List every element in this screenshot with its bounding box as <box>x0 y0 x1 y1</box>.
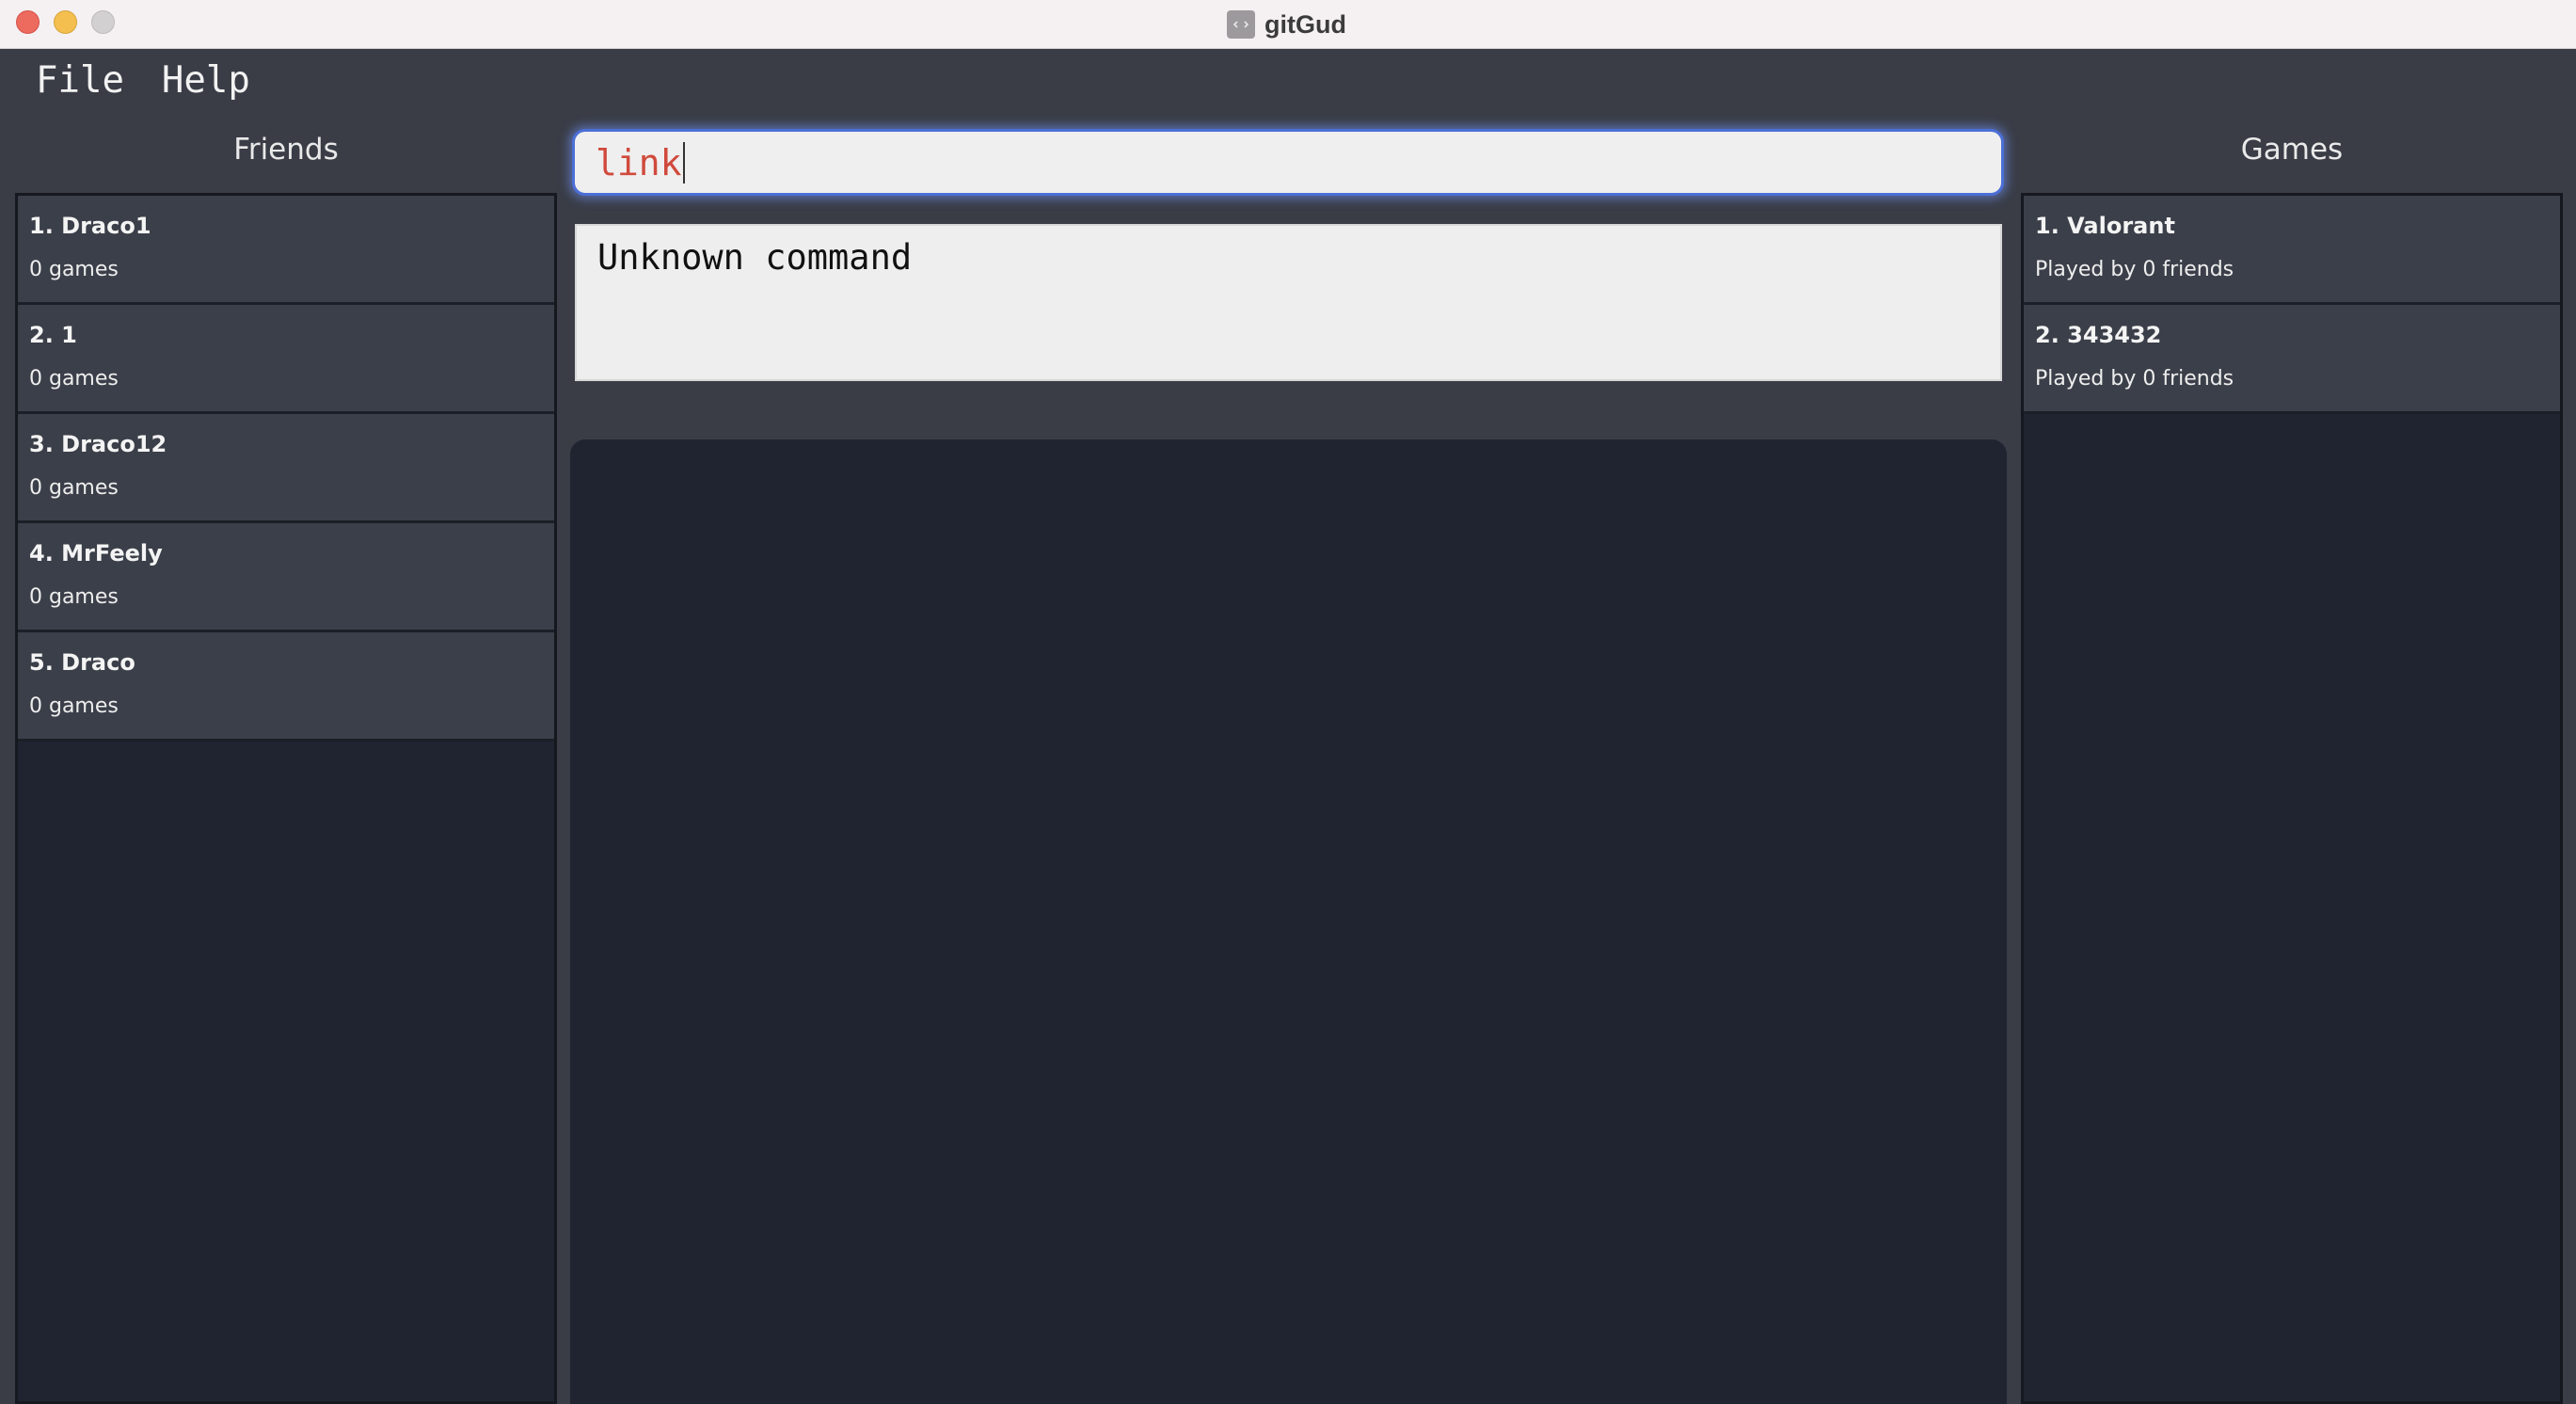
result-text: Unknown command <box>597 237 913 278</box>
detail-panel <box>570 439 2007 1404</box>
games-list[interactable]: 1. Valorant Played by 0 friends 2. 34343… <box>2021 193 2563 1404</box>
game-played-by: Played by 0 friends <box>2035 258 2234 281</box>
friend-list-item[interactable]: 3. Draco12 0 games <box>18 414 554 523</box>
minimize-window-button[interactable] <box>54 10 77 34</box>
friend-name: 5. Draco <box>29 649 135 676</box>
main-window: File Help Friends 1. Draco1 0 games 2. 1… <box>0 50 2576 1404</box>
window-title-group: gitGud <box>1227 8 1346 41</box>
friends-heading: Friends <box>233 133 339 167</box>
game-list-item[interactable]: 1. Valorant Played by 0 friends <box>2024 196 2560 305</box>
window-title: gitGud <box>1264 9 1346 39</box>
friend-name: 2. 1 <box>29 322 77 348</box>
app-icon <box>1227 10 1255 39</box>
menu-file[interactable]: File <box>36 59 124 102</box>
friend-list-item[interactable]: 4. MrFeely 0 games <box>18 523 554 632</box>
menu-bar: File Help <box>0 50 2576 110</box>
zoom-window-button[interactable] <box>91 10 115 34</box>
friend-games-count: 0 games <box>29 258 119 281</box>
command-input[interactable]: link <box>572 129 2004 196</box>
menu-help[interactable]: Help <box>162 59 250 102</box>
friend-list-item[interactable]: 5. Draco 0 games <box>18 632 554 742</box>
friends-list[interactable]: 1. Draco1 0 games 2. 1 0 games 3. Draco1… <box>15 193 557 1404</box>
game-name: 1. Valorant <box>2035 213 2175 239</box>
title-bar: gitGud <box>0 0 2576 49</box>
close-window-button[interactable] <box>16 10 40 34</box>
friend-games-count: 0 games <box>29 585 119 609</box>
game-list-item[interactable]: 2. 343432 Played by 0 friends <box>2024 305 2560 414</box>
text-caret <box>682 141 685 183</box>
friend-list-item[interactable]: 2. 1 0 games <box>18 305 554 414</box>
friend-games-count: 0 games <box>29 694 119 718</box>
friend-name: 1. Draco1 <box>29 213 151 239</box>
games-heading: Games <box>2240 133 2344 167</box>
friend-name: 4. MrFeely <box>29 540 163 566</box>
friend-games-count: 0 games <box>29 476 119 500</box>
friend-games-count: 0 games <box>29 367 119 391</box>
friend-list-item[interactable]: 1. Draco1 0 games <box>18 196 554 305</box>
friend-name: 3. Draco12 <box>29 431 167 457</box>
command-input-text: link <box>596 141 682 183</box>
result-display: Unknown command <box>575 224 2002 381</box>
game-played-by: Played by 0 friends <box>2035 367 2234 391</box>
game-name: 2. 343432 <box>2035 322 2162 348</box>
